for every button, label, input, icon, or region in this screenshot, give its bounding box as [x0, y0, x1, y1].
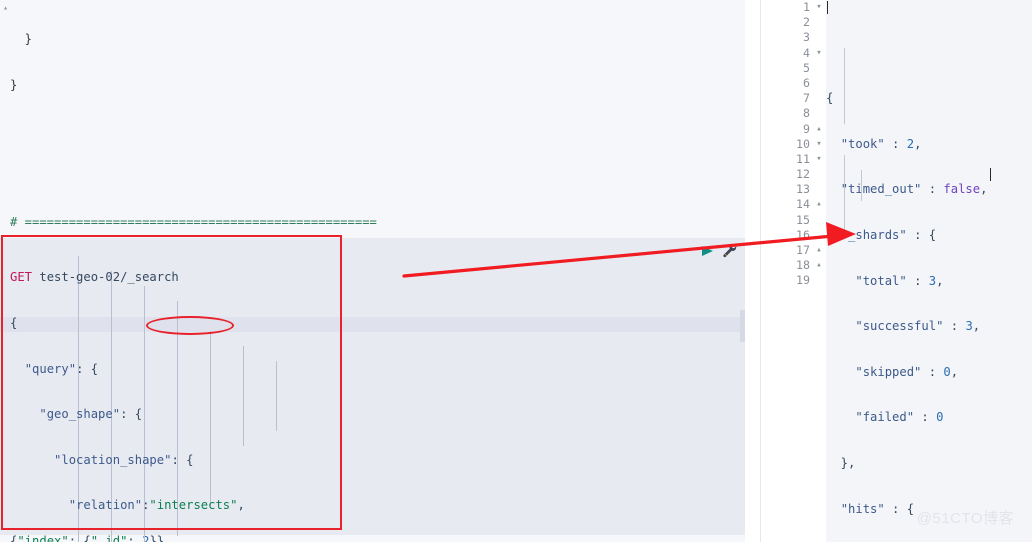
code-line: } [10, 78, 745, 93]
get-request-content[interactable]: GET test-geo-02/_search { "query": { "ge… [10, 240, 745, 535]
line-number: 16 [796, 227, 810, 242]
line-number: 7 [803, 91, 810, 106]
code-line: "skipped" : 0, [855, 364, 959, 379]
code-text: } [10, 78, 18, 92]
response-content[interactable]: { "took" : 2, "timed_out" : false, "_sha… [826, 0, 1032, 542]
line-number: 11 [796, 151, 810, 166]
fold-toggle[interactable]: ▾ [813, 137, 825, 152]
fold-toggle[interactable] [813, 228, 825, 243]
text-caret [827, 1, 828, 14]
fold-toggle[interactable] [813, 273, 825, 288]
code-line: "successful" : 3, [855, 319, 981, 334]
line-number: 2 [803, 15, 810, 30]
code-line-relation: "relation":"intersects", [68, 498, 245, 513]
code-line: "took" : 2, [840, 136, 922, 151]
response-line-numbers: 1 2 3 4 5 6 7 8 9 10 11 12 13 14 15 16 1… [779, 0, 813, 542]
response-fold-column[interactable]: ▾ ▾ ▴ ▾ ▾ ▴ ▴ ▴ [813, 0, 825, 542]
indent-guide [844, 48, 845, 124]
intersects-value: "intersects" [149, 498, 238, 513]
line-number: 12 [796, 167, 810, 182]
fold-toggle[interactable]: ▴ [813, 243, 825, 258]
code-line-get: GET test-geo-02/_search [10, 270, 745, 285]
request-path: test-geo-02/_search [32, 270, 179, 285]
fold-marker[interactable]: ▴ [1, 0, 10, 15]
line-number: 4 [803, 45, 810, 60]
text-caret-secondary [990, 168, 991, 181]
code-line: "failed" : 0 [855, 410, 944, 425]
fold-toggle[interactable]: ▾ [813, 46, 825, 61]
fold-toggle[interactable]: ▾ [813, 0, 825, 15]
line-number: 5 [803, 60, 810, 75]
line-number: 6 [803, 75, 810, 90]
fold-toggle[interactable] [813, 213, 825, 228]
watermark: @51CTO博客 [916, 510, 1014, 527]
fold-toggle[interactable] [813, 76, 825, 91]
app-root: ▴ } } # ================================… [0, 0, 1032, 542]
code-text: # ======================================… [10, 214, 377, 229]
fold-toggle[interactable]: ▴ [813, 197, 825, 212]
code-line: "total" : 3, [855, 273, 944, 288]
fold-toggle[interactable] [813, 106, 825, 121]
indent-guide [844, 155, 845, 232]
line-number: 8 [803, 106, 810, 121]
code-line: "geo_shape": { [39, 407, 143, 422]
indent-guide [861, 170, 862, 201]
line-number: 17 [796, 243, 810, 257]
fold-toggle[interactable] [813, 182, 825, 197]
fold-toggle[interactable] [813, 15, 825, 30]
pane-divider[interactable] [760, 0, 780, 542]
code-text: } [10, 32, 33, 47]
code-line: "query": { [24, 361, 99, 376]
line-number: 9 [803, 121, 810, 136]
fold-toggle[interactable] [813, 61, 825, 76]
fold-toggle[interactable]: ▴ [813, 258, 825, 273]
line-number: 15 [796, 212, 810, 227]
code-line: { [10, 316, 18, 330]
http-method-get: GET [10, 270, 33, 285]
fold-toggle[interactable] [813, 91, 825, 106]
code-line: "location_shape": { [54, 452, 194, 467]
fold-toggle[interactable]: ▴ [813, 122, 825, 137]
code-line: }, [826, 455, 856, 470]
response-pane[interactable]: 1 2 3 4 5 6 7 8 9 10 11 12 13 14 15 16 1… [779, 0, 1032, 542]
code-line: { [826, 91, 834, 106]
line-number: 3 [803, 30, 810, 45]
line-number: 10 [796, 136, 810, 151]
line-number: 19 [796, 273, 810, 288]
run-request-button[interactable] [701, 244, 715, 258]
line-number: 14 [796, 197, 810, 212]
code-line: } [10, 32, 745, 47]
code-line: "timed_out" : false, [840, 182, 988, 197]
fold-toggle[interactable]: ▾ [813, 152, 825, 167]
fold-toggle[interactable] [813, 30, 825, 45]
code-line: # ======================================… [10, 215, 745, 230]
code-line: "_shards" : { [840, 228, 937, 242]
line-number: 13 [796, 182, 810, 197]
fold-toggle[interactable] [813, 167, 825, 182]
get-search-request-block[interactable]: GET test-geo-02/_search { "query": { "ge… [0, 238, 745, 542]
line-number: 18 [796, 258, 810, 273]
wrench-icon[interactable] [722, 243, 738, 259]
request-editor-pane[interactable]: ▴ } } # ================================… [0, 0, 745, 542]
line-number: 1 [803, 0, 810, 14]
editor-scrollbar-thumb-secondary[interactable] [740, 310, 745, 342]
